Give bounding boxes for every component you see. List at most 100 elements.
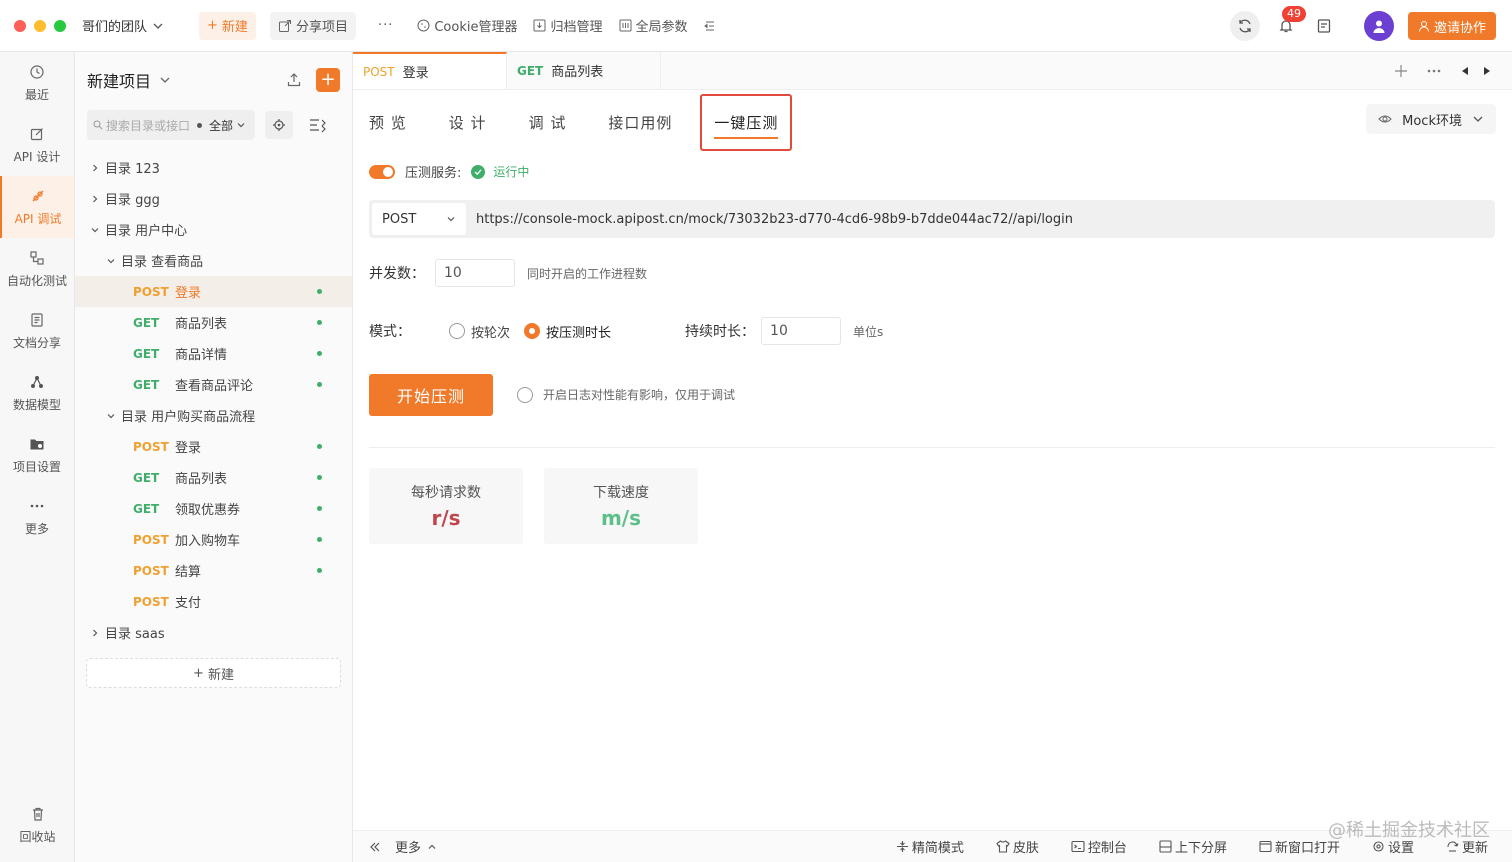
tree-api-item[interactable]: POST 加入购物车 [75,524,352,555]
tab-cases[interactable]: 接口用例 [608,112,672,133]
tree-api-item[interactable]: GET 商品列表 [75,307,352,338]
tree-folder[interactable]: 目录 查看商品 [75,245,352,276]
mock-env-select[interactable]: Mock环境 [1366,104,1496,134]
split-icon [1159,840,1172,853]
tree-search-input[interactable]: 搜索目录或接口 全部 [87,110,255,140]
tree-folder[interactable]: 目录 ggg [75,183,352,214]
tab-get-product-list[interactable]: GET 商品列表 [507,52,661,89]
flow-icon [30,250,44,265]
invite-button[interactable]: 邀请协作 [1407,12,1496,40]
maximize-window-button[interactable] [54,19,66,32]
rail-item-automation[interactable]: 自动化测试 [0,238,74,300]
chevron-down-icon[interactable] [105,411,117,421]
mode-duration-label: 按压测时长 [546,325,612,341]
tree-folder[interactable]: 目录 用户中心 [75,214,352,245]
chevron-right-icon[interactable] [89,163,101,173]
project-switcher[interactable]: 新建项目 [87,68,171,92]
tab-next-icon[interactable] [1482,66,1492,76]
cookie-manager-button[interactable]: Cookie管理器 [409,12,525,40]
chevron-down-icon [447,217,455,222]
chevron-right-icon[interactable] [89,194,101,204]
shirt-icon [996,840,1010,853]
duration-input[interactable]: 10 [761,317,842,345]
tab-debug[interactable]: 调 试 [529,112,567,133]
rail-item-recent[interactable]: 最近 [0,52,74,114]
rail-item-data-model[interactable]: 数据模型 [0,362,74,424]
split-screen-button[interactable]: 上下分屏 [1159,837,1227,856]
tree-api-item[interactable]: POST 结算 [75,555,352,586]
start-stress-button[interactable]: 开始压测 [369,374,493,416]
filter-select[interactable]: 全部 [209,117,233,134]
tree-folder[interactable]: 目录 123 [75,152,352,183]
tab-post-login[interactable]: POST 登录 [353,52,507,89]
tree-api-item[interactable]: GET 领取优惠券 [75,493,352,524]
archive-manager-button[interactable]: 归档管理 [525,12,610,40]
stress-service-toggle[interactable] [369,164,395,179]
rail-item-trash[interactable]: 回收站 [0,794,75,856]
mode-duration-radio[interactable] [524,323,541,339]
simple-mode-button[interactable]: 精简模式 [896,837,964,856]
avatar[interactable] [1363,11,1394,41]
tree-api-item[interactable]: GET 商品列表 [75,462,352,493]
tab-stress-test[interactable]: 一键压测 [700,93,793,151]
chevron-right-icon[interactable] [89,628,101,638]
global-params-button[interactable]: 全局参数 [611,12,696,40]
locate-icon[interactable] [265,111,293,139]
status-dot-icon [317,506,322,511]
chevron-down-icon[interactable] [89,225,101,235]
import-icon[interactable] [286,72,302,88]
chevron-down-icon[interactable] [105,256,117,266]
concurrency-hint: 同时开启的工作进程数 [527,266,648,281]
mode-rounds-radio[interactable] [449,323,465,339]
edit-icon [30,127,43,140]
tree-folder[interactable]: 目录 用户购买商品流程 [75,400,352,431]
add-item-button[interactable]: + [316,68,340,92]
notifications-button[interactable]: 49 [1274,6,1306,38]
method-badge: GET [133,377,160,392]
tab-prev-icon[interactable] [1460,66,1470,76]
rail-item-api-design[interactable]: API 设计 [0,114,74,176]
tree-api-item[interactable]: POST 支付 [75,586,352,617]
new-button[interactable]: + 新建 [199,11,256,40]
concurrency-input[interactable]: 10 [435,259,515,287]
status-dot-icon [317,351,322,356]
more-menu-button[interactable]: ··· [370,12,401,40]
minimize-window-button[interactable] [34,19,46,32]
tree-api-item[interactable]: POST 登录 [75,276,352,307]
collapse-left-icon [370,842,380,851]
add-tab-icon[interactable] [1394,64,1408,78]
collapse-menu-icon[interactable] [696,12,724,40]
tree-api-item[interactable]: GET 商品详情 [75,338,352,369]
tree-folder[interactable]: 目录 saas [75,617,352,648]
close-window-button[interactable] [14,19,26,32]
notes-button[interactable] [1312,14,1336,38]
rail-item-api-debug[interactable]: API 调试 [0,176,74,238]
url-input[interactable]: https://console-mock.apipost.cn/mock/730… [476,212,1073,227]
share-project-button[interactable]: 分享项目 [269,11,356,40]
tab-design[interactable]: 设 计 [449,112,487,133]
nav-rail: 最近 API 设计 API 调试 自动化测试 文档分享 数据模型 项目设置 更多… [0,52,75,862]
skin-button[interactable]: 皮肤 [996,837,1039,856]
tree-new-button[interactable]: + 新建 [86,658,341,688]
rail-item-doc-share[interactable]: 文档分享 [0,300,74,362]
method-badge: GET [133,470,160,485]
rail-item-more[interactable]: 更多 [0,486,74,548]
tab-preview[interactable]: 预 览 [369,112,407,133]
tree-api-item[interactable]: POST 登录 [75,431,352,462]
enable-log-radio[interactable] [517,386,533,403]
tree-api-label: 支付 [175,596,202,611]
method-badge: POST [133,439,169,454]
method-select[interactable]: POST [372,203,466,235]
trash-icon [32,807,43,821]
tree-api-label: 查看商品评论 [175,379,254,394]
plus-icon: + [207,18,218,33]
rail-item-project-settings[interactable]: 项目设置 [0,424,74,486]
chevron-down-icon [153,23,163,29]
sort-icon[interactable] [303,111,331,139]
tree-api-item[interactable]: GET 查看商品评论 [75,369,352,400]
team-switcher[interactable]: 哥们的团队 [82,16,163,35]
status-more-button[interactable]: 更多 [369,837,437,856]
sync-button[interactable] [1229,11,1260,41]
console-button[interactable]: 控制台 [1071,837,1127,856]
tab-more-icon[interactable] [1426,64,1442,78]
